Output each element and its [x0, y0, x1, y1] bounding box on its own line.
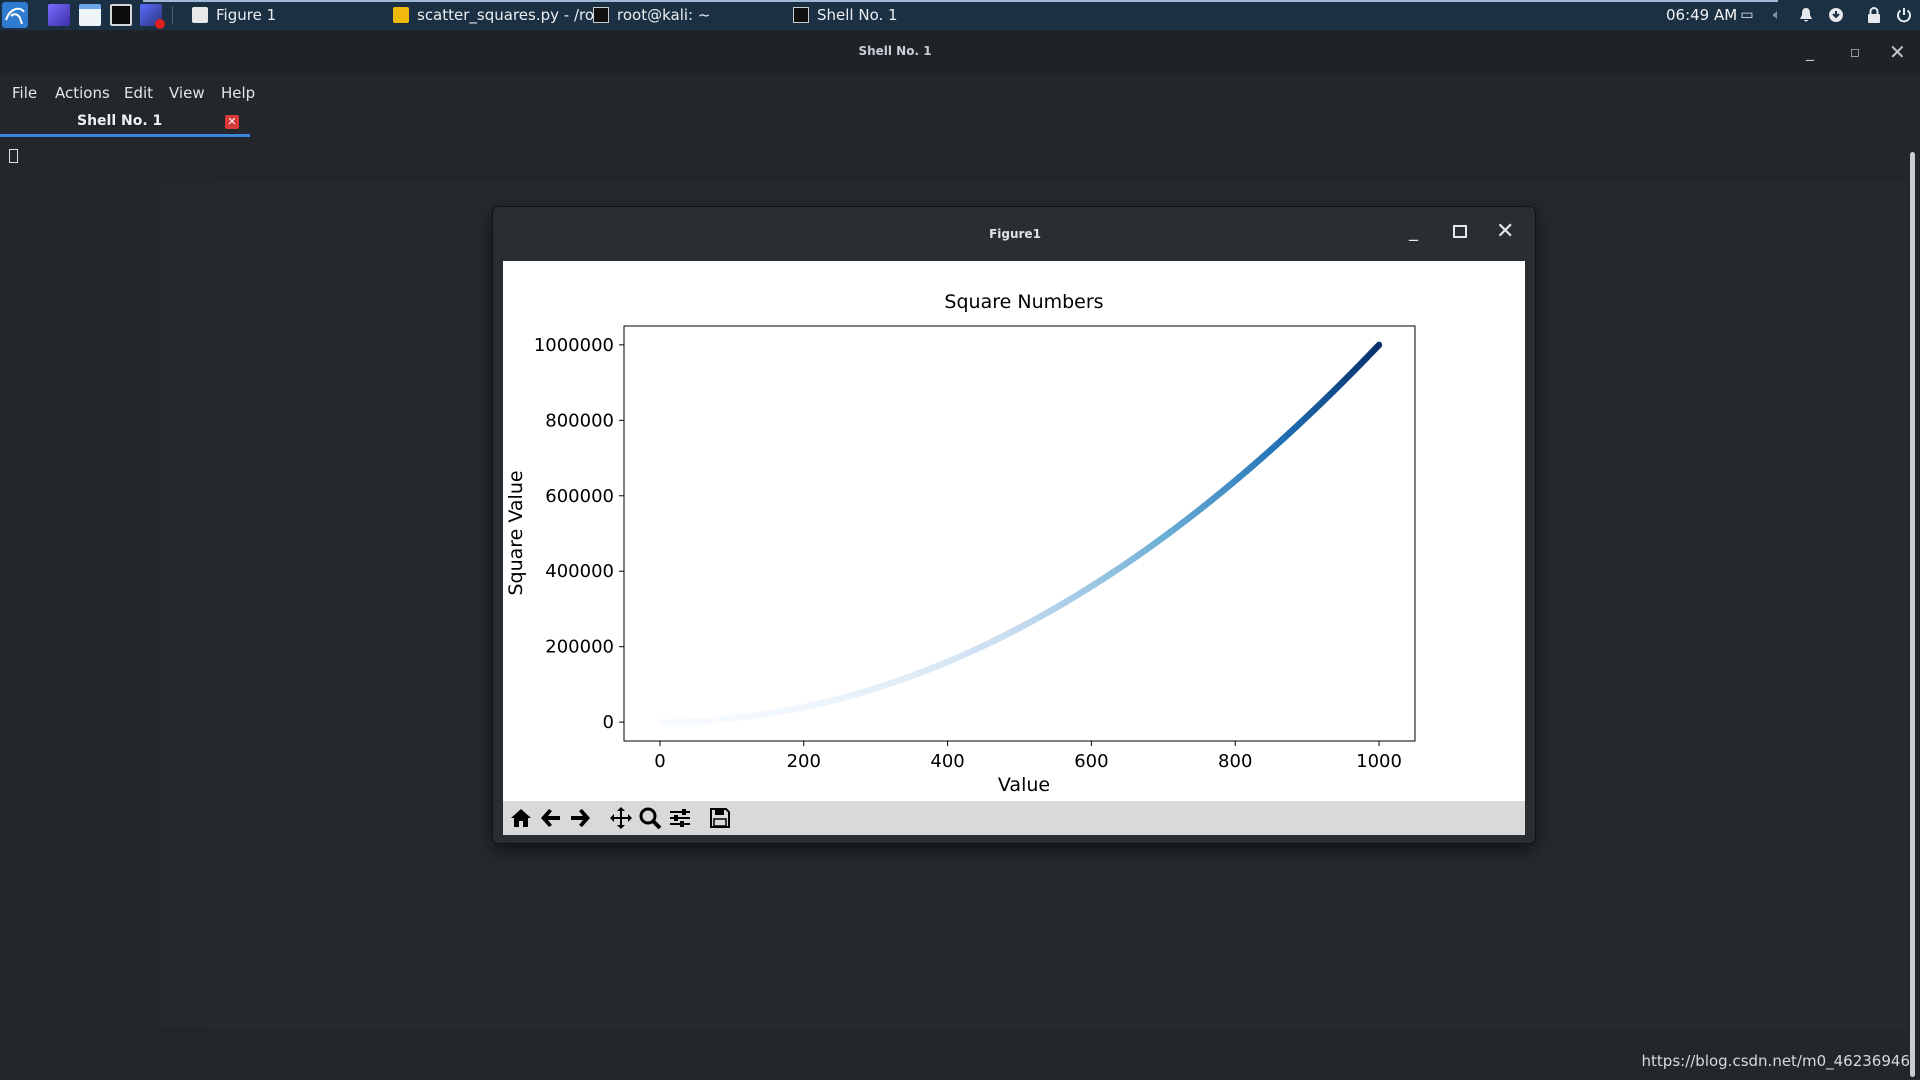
task-label: Figure 1: [216, 6, 277, 24]
ghost-sidebar: [0, 182, 158, 1028]
figure-minimize-icon[interactable]: _: [1409, 221, 1418, 242]
figure-toolbar: [503, 801, 1525, 835]
tab-close-icon[interactable]: ✕: [225, 115, 239, 129]
menu-edit[interactable]: Edit: [112, 84, 153, 102]
task-editor[interactable]: scatter_squares.py - /ro...: [393, 0, 608, 30]
chart-title: Square Numbers: [944, 291, 1103, 313]
file-manager-icon[interactable]: [79, 4, 101, 26]
x-tick-label: 0: [654, 751, 665, 772]
minimize-icon[interactable]: _: [1806, 42, 1814, 61]
figure-canvas[interactable]: Square Numbers 0 200 400 600 800 1000 0 200000…: [503, 261, 1525, 801]
kali-menu-icon[interactable]: [2, 2, 28, 28]
scatter-points: [657, 341, 1383, 726]
terminal-app-icon: [593, 7, 609, 23]
top-panel: Figure 1 scatter_squares.py - /ro... roo…: [0, 0, 1920, 30]
scatter-chart: Square Numbers 0 200 400 600 800 1000 0 200000…: [505, 291, 1416, 796]
panel-clock[interactable]: 06:49 AM: [1666, 0, 1737, 30]
y-axis-label: Square Value: [505, 470, 527, 595]
x-tick-label: 1000: [1356, 751, 1402, 772]
task-label: Shell No. 1: [817, 6, 898, 24]
figure-window: Figure1 _ ✕ Square Numbers 0 200 400 600 800…: [492, 206, 1536, 844]
editor-app-icon: [393, 7, 409, 23]
configure-subplots-icon[interactable]: [666, 805, 694, 831]
settings-launcher-icon[interactable]: [140, 4, 165, 29]
axes-frame: [623, 325, 1416, 742]
zoom-icon[interactable]: [636, 805, 664, 831]
task-label: scatter_squares.py - /ro...: [417, 6, 609, 24]
terminal-launcher-icon[interactable]: [110, 4, 132, 26]
terminal-cursor: [9, 149, 18, 163]
y-tick-label: 400000: [545, 561, 614, 582]
x-tick-label: 200: [787, 751, 821, 772]
figure-app-icon: [192, 7, 208, 23]
app-launcher-icon[interactable]: [48, 4, 70, 26]
window-title: Shell No. 1: [858, 44, 932, 58]
display-icon[interactable]: ▭: [1738, 6, 1756, 24]
terminal-tabbar: Shell No. 1 ✕: [0, 110, 1920, 140]
menu-file[interactable]: File: [0, 84, 37, 102]
task-terminal-root[interactable]: root@kali: ~: [593, 0, 710, 30]
figure-close-icon[interactable]: ✕: [1496, 219, 1514, 244]
network-icon[interactable]: [1827, 6, 1845, 24]
x-axis-label: Value: [998, 774, 1050, 796]
task-shell[interactable]: Shell No. 1: [793, 0, 898, 30]
forward-arrow-icon[interactable]: [566, 805, 594, 831]
menu-actions[interactable]: Actions: [43, 84, 110, 102]
y-tick-label: 800000: [545, 410, 614, 431]
close-icon[interactable]: ✕: [1889, 40, 1906, 64]
maximize-icon[interactable]: ◻: [1850, 45, 1860, 59]
x-tick-label: 800: [1218, 751, 1252, 772]
menu-view[interactable]: View: [157, 84, 205, 102]
scatter-point: [1375, 341, 1383, 349]
tab-shell-1[interactable]: Shell No. 1 ✕: [0, 110, 250, 138]
y-tick-label: 1000000: [534, 335, 614, 356]
terminal-scrollbar[interactable]: [1910, 152, 1915, 1077]
tab-label: Shell No. 1: [77, 113, 163, 129]
panel-separator: [172, 6, 173, 24]
figure-maximize-icon[interactable]: [1453, 225, 1467, 238]
notification-bell-icon[interactable]: [1797, 6, 1815, 24]
lock-icon[interactable]: [1865, 6, 1883, 24]
panel-highlight-line: [143, 0, 1778, 2]
power-icon[interactable]: [1895, 6, 1913, 24]
terminal-titlebar: Shell No. 1: [0, 30, 1920, 74]
pan-icon[interactable]: [607, 805, 635, 831]
terminal-menubar: File Actions Edit View Help: [0, 80, 300, 106]
back-arrow-icon[interactable]: [537, 805, 565, 831]
x-tick-label: 400: [930, 751, 964, 772]
ghost-statusbar: [0, 1030, 1920, 1080]
figure-window-title: Figure1: [989, 227, 1041, 241]
y-tick-label: 600000: [545, 486, 614, 507]
x-ticks: 0 200 400 600 800 1000: [654, 741, 1402, 772]
task-figure-1[interactable]: Figure 1: [192, 0, 276, 30]
terminal-app-icon: [793, 7, 809, 23]
home-icon[interactable]: [507, 805, 535, 831]
save-figure-icon[interactable]: [706, 805, 734, 831]
menu-help[interactable]: Help: [209, 84, 255, 102]
ghost-gutter: [158, 182, 214, 1028]
x-tick-label: 600: [1074, 751, 1108, 772]
volume-icon[interactable]: 🔈︎: [1768, 6, 1786, 24]
y-ticks: 0 200000 400000 600000 800000 1000000: [534, 335, 624, 733]
watermark-url: https://blog.csdn.net/m0_46236946: [1641, 1052, 1910, 1070]
tab-active-indicator: [0, 134, 250, 137]
y-tick-label: 0: [603, 712, 614, 733]
task-label: root@kali: ~: [617, 6, 711, 24]
y-tick-label: 200000: [545, 637, 614, 658]
